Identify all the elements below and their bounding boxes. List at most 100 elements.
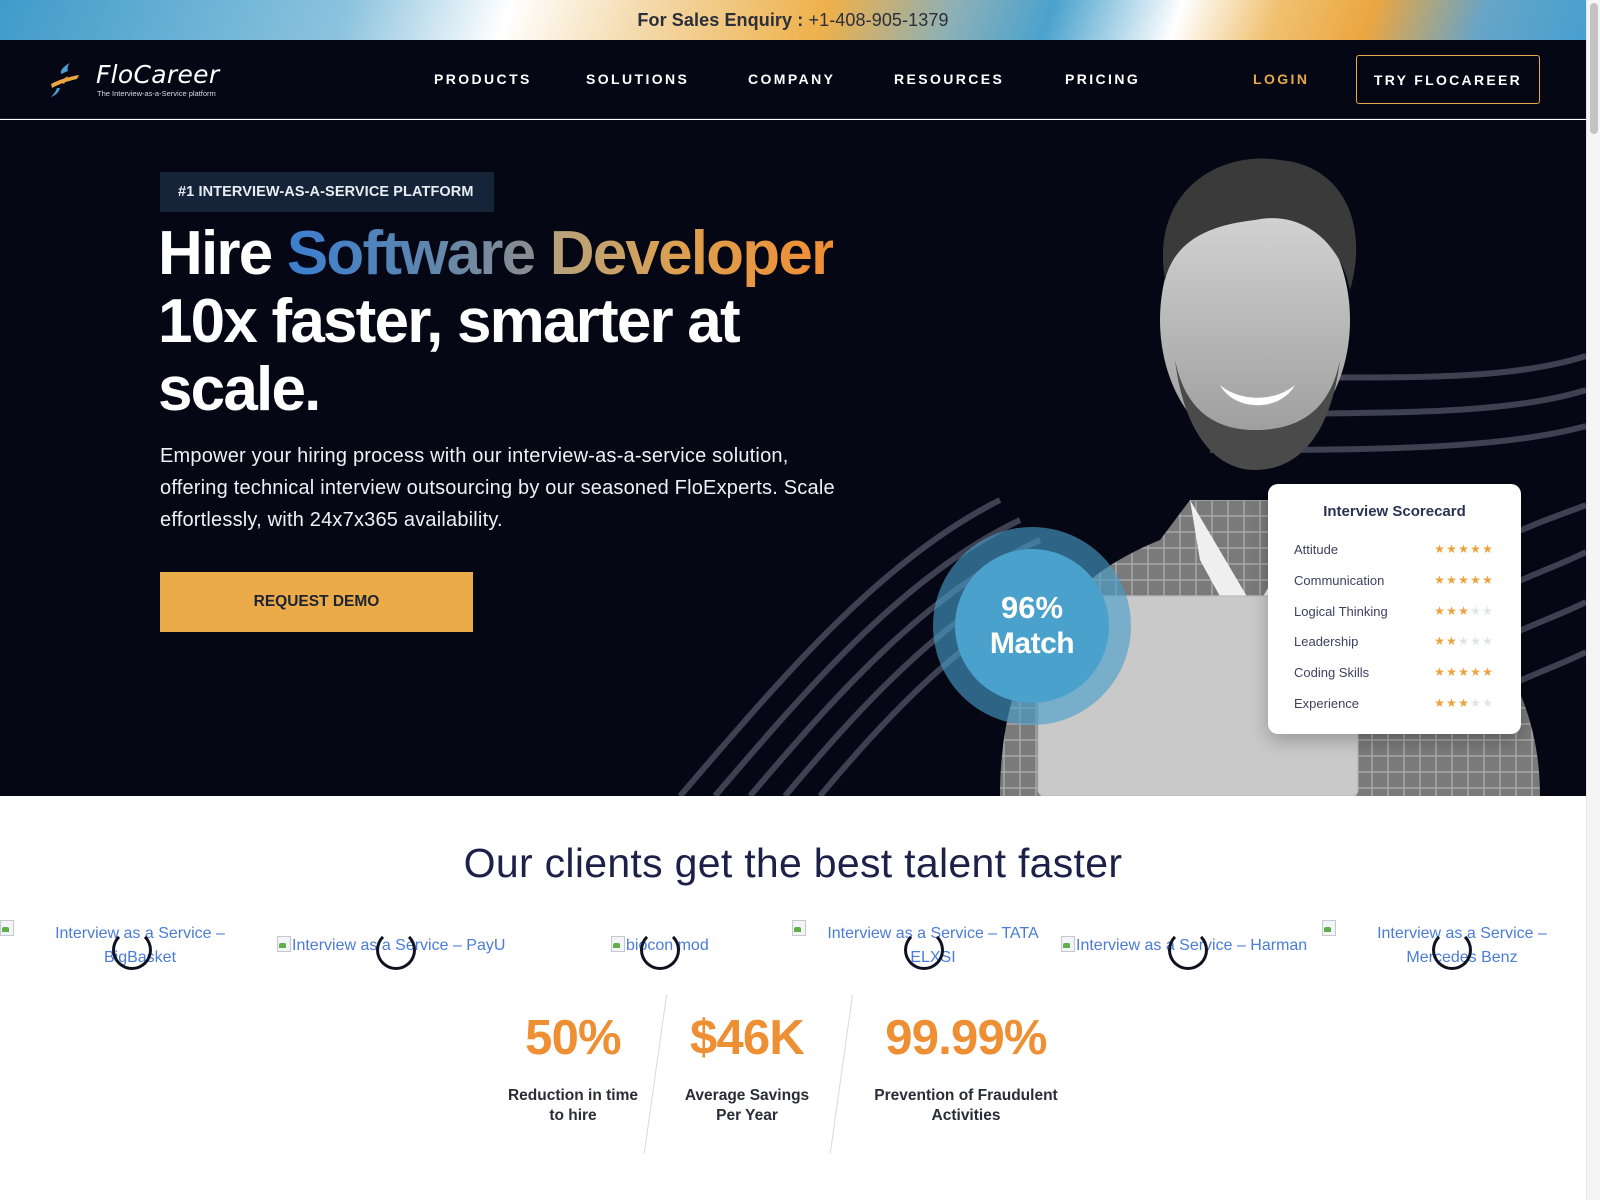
nav-pricing[interactable]: PRICING	[1065, 71, 1140, 87]
star-empty-icon: ★	[1482, 603, 1493, 618]
broken-image-icon	[611, 936, 625, 952]
page-scrollbar[interactable]	[1586, 0, 1600, 1200]
loading-spinner-icon	[1432, 930, 1472, 970]
flocareer-logo[interactable]: FloCareer The Interview-as-a-Service pla…	[48, 60, 228, 102]
nav-solutions[interactable]: SOLUTIONS	[586, 71, 689, 87]
star-filled-icon: ★	[1458, 603, 1469, 618]
star-filled-icon: ★	[1434, 572, 1445, 587]
star-filled-icon: ★	[1446, 665, 1457, 680]
loading-spinner-icon	[376, 930, 416, 970]
request-demo-button[interactable]: REQUEST DEMO	[160, 572, 473, 632]
scorecard-row: Attitude ★ ★ ★ ★ ★	[1294, 540, 1504, 560]
interview-scorecard: Interview Scorecard Attitude ★ ★ ★ ★ ★ Communi…	[1268, 484, 1521, 734]
hero-visual: 96% Match Interview Scorecard Attitude ★ ★…	[620, 120, 1586, 796]
match-percentage: 96%	[1000, 590, 1064, 625]
clients-heading: Our clients get the best talent faster	[463, 840, 1123, 886]
stat-divider	[829, 995, 853, 1153]
star-filled-icon: ★	[1458, 572, 1469, 587]
scorecard-row-label: Attitude	[1294, 542, 1339, 557]
star-filled-icon: ★	[1458, 542, 1469, 556]
stat-value: $46K	[690, 1011, 805, 1065]
star-filled-icon: ★	[1446, 572, 1457, 587]
broken-image-icon	[1322, 920, 1336, 936]
scorecard-row: Experience ★ ★ ★ ★ ★	[1294, 694, 1504, 714]
navbar: FloCareer The Interview-as-a-Service pla…	[0, 40, 1586, 119]
nav-products[interactable]: PRODUCTS	[434, 71, 532, 87]
star-rating: ★ ★ ★ ★ ★	[1434, 633, 1493, 649]
loading-spinner-icon	[640, 930, 680, 970]
sales-phone-link[interactable]: +1-408-905-1379	[808, 10, 948, 30]
logo-tagline: The Interview-as-a-Service platform	[97, 89, 216, 98]
sales-enquiry-label: For Sales Enquiry :	[637, 9, 804, 30]
star-empty-icon: ★	[1470, 603, 1481, 618]
star-filled-icon: ★	[1446, 542, 1457, 556]
broken-image-icon	[792, 920, 806, 936]
login-link[interactable]: LOGIN	[1253, 71, 1309, 87]
scorecard-row: Leadership ★ ★ ★ ★ ★	[1294, 632, 1504, 652]
stat-label: Prevention of Fraudulent Activities	[874, 1087, 1058, 1124]
stat-label: Reduction in time to hire	[507, 1087, 639, 1124]
star-filled-icon: ★	[1434, 603, 1445, 618]
broken-image-icon	[0, 920, 14, 936]
star-empty-icon: ★	[1470, 634, 1481, 649]
stat-value: 99.99%	[885, 1011, 1047, 1065]
hero-title-highlight-software: Software	[286, 219, 536, 288]
star-empty-icon: ★	[1458, 634, 1469, 649]
stat-time-to-hire: 50% Reduction in time to hire	[503, 1010, 643, 1126]
scorecard-row-label: Coding Skills	[1294, 665, 1370, 681]
hero-section: #1 INTERVIEW-AS-A-SERVICE PLATFORM Hire …	[0, 120, 1586, 796]
nav-company[interactable]: COMPANY	[748, 71, 835, 87]
star-filled-icon: ★	[1434, 542, 1445, 556]
scorecard-row: Communication ★ ★ ★ ★ ★	[1294, 571, 1504, 591]
sales-enquiry-text: For Sales Enquiry : +1-408-905-1379	[637, 10, 948, 31]
scrollbar-thumb[interactable]	[1590, 3, 1598, 134]
scorecard-row-label: Communication	[1294, 572, 1385, 588]
stat-value: 50%	[525, 1011, 621, 1065]
scorecard-title: Interview Scorecard	[1323, 503, 1466, 520]
broken-image-icon	[277, 936, 291, 952]
star-rating: ★ ★ ★ ★ ★	[1434, 603, 1493, 619]
star-filled-icon: ★	[1446, 603, 1457, 618]
star-filled-icon: ★	[1470, 665, 1481, 680]
stat-average-savings: $46K Average Savings Per Year	[672, 1010, 822, 1126]
client-logo-biocon: biocon mod	[611, 934, 791, 994]
star-empty-icon: ★	[1482, 696, 1493, 710]
star-filled-icon: ★	[1458, 665, 1469, 680]
loading-spinner-icon	[904, 930, 944, 970]
scorecard-row: Coding Skills ★ ★ ★ ★ ★	[1294, 663, 1504, 683]
star-filled-icon: ★	[1482, 572, 1493, 587]
star-filled-icon: ★	[1470, 572, 1481, 587]
star-rating: ★ ★ ★ ★ ★	[1434, 541, 1493, 557]
try-flocareer-button[interactable]: TRY FLOCAREER	[1356, 55, 1540, 104]
loading-spinner-icon	[1168, 930, 1208, 970]
scorecard-row-label: Leadership	[1294, 634, 1359, 650]
match-badge: 96% Match	[955, 549, 1109, 703]
nav-resources[interactable]: RESOURCES	[894, 71, 1004, 87]
loading-spinner-icon	[112, 930, 152, 970]
star-filled-icon: ★	[1434, 665, 1445, 680]
broken-image-icon	[1061, 936, 1075, 952]
sales-enquiry-bar: For Sales Enquiry : +1-408-905-1379	[0, 0, 1586, 40]
scorecard-row-label: Logical Thinking	[1294, 603, 1388, 619]
scorecard-row-label: Experience	[1294, 696, 1360, 711]
stat-label: Average Savings Per Year	[684, 1087, 810, 1124]
star-filled-icon: ★	[1482, 665, 1493, 680]
star-filled-icon: ★	[1434, 634, 1445, 649]
star-filled-icon: ★	[1470, 542, 1481, 556]
star-filled-icon: ★	[1446, 696, 1457, 710]
hero-title-prefix: Hire	[158, 219, 273, 288]
page: For Sales Enquiry : +1-408-905-1379 FloC…	[0, 0, 1586, 1200]
star-rating: ★ ★ ★ ★ ★	[1434, 664, 1493, 680]
star-rating: ★ ★ ★ ★ ★	[1434, 695, 1493, 711]
platform-badge: #1 INTERVIEW-AS-A-SERVICE PLATFORM	[160, 172, 494, 212]
star-filled-icon: ★	[1446, 634, 1457, 649]
star-empty-icon: ★	[1470, 696, 1481, 710]
scorecard-row: Logical Thinking ★ ★ ★ ★ ★	[1294, 602, 1504, 622]
star-empty-icon: ★	[1482, 634, 1493, 649]
match-label: Match	[989, 627, 1075, 660]
flocareer-logo-icon	[51, 63, 79, 97]
star-filled-icon: ★	[1458, 696, 1469, 710]
stat-fraud-prevention: 99.99% Prevention of Fraudulent Activiti…	[864, 1010, 1068, 1126]
star-filled-icon: ★	[1482, 542, 1493, 556]
star-rating: ★ ★ ★ ★ ★	[1434, 572, 1493, 588]
